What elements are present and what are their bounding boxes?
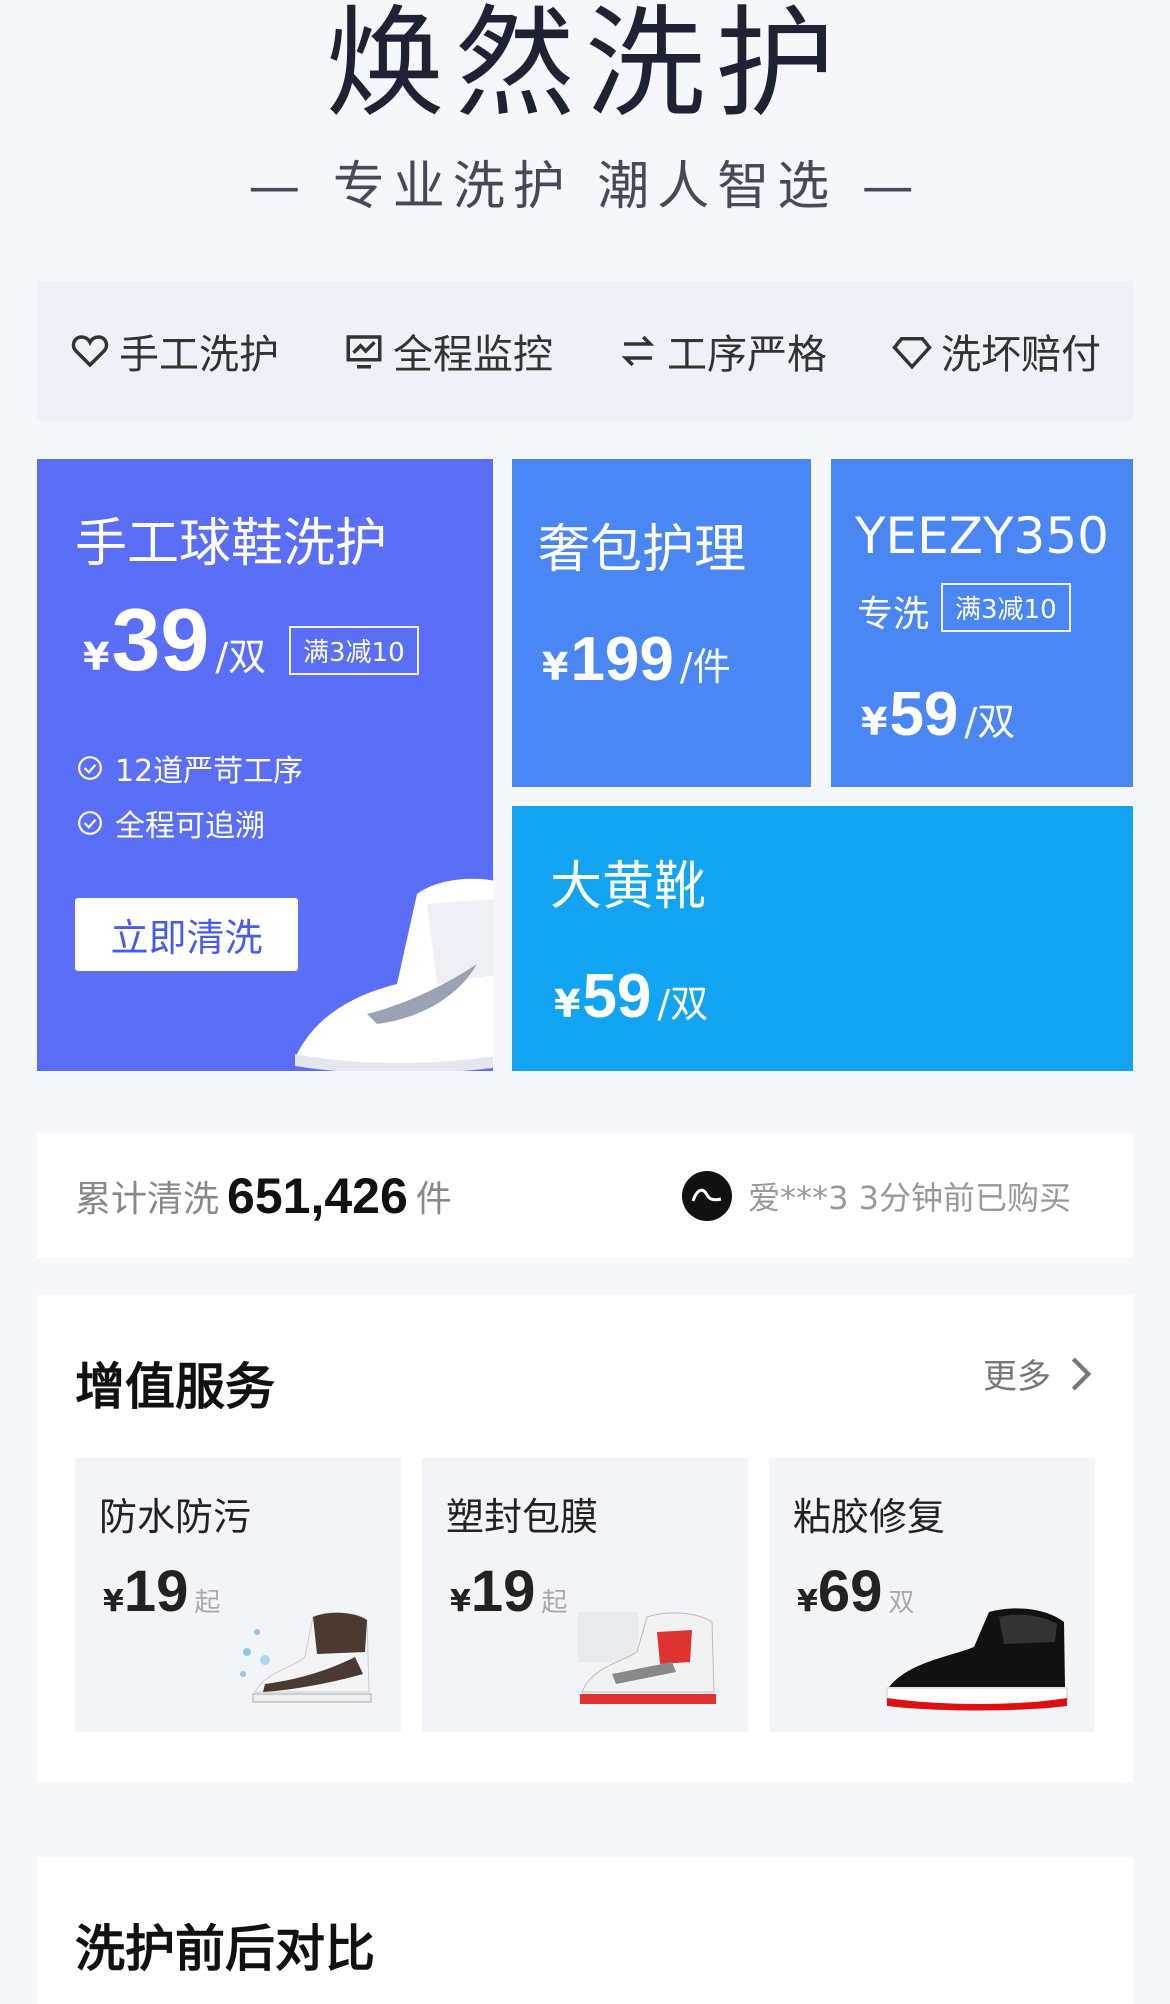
price-unit: /件 [679, 645, 731, 689]
feature-label: 工序严格 [667, 332, 827, 378]
feature-strip: 手工洗护 全程监控 工序严格 洗坏赔付 [37, 281, 1133, 421]
chevron-right-icon [1071, 1357, 1092, 1390]
recent-purchase-text: 爱***3 3分钟前已购买 [748, 1178, 1071, 1217]
tile-price: ¥ 59 /双 [554, 961, 708, 1032]
brand-subtitle: — 专业洗护 潮人智选 — [248, 157, 922, 217]
tile-title: 奢包护理 [538, 520, 747, 580]
check-circle-icon [78, 811, 102, 835]
feature-monitoring: 全程监控 [343, 322, 553, 380]
clean-now-button[interactable]: 立即清洗 [75, 898, 298, 971]
currency-symbol: ¥ [83, 635, 110, 679]
addons-section: 增值服务 更多 防水防污 ¥ 19 起 塑封包膜 ¥ 19 起 粘胶修复 ¥ 6… [37, 1295, 1133, 1782]
price-value: 39 [111, 590, 210, 689]
currency-symbol: ¥ [450, 1584, 471, 1619]
tile-price: ¥ 59 /双 [861, 679, 1015, 750]
tile-yeezy-wash[interactable]: YEEZY350 专洗 满3减10 ¥ 59 /双 [831, 459, 1133, 787]
stats-count: 651,426 [227, 1167, 408, 1224]
feature-strict-process: 工序严格 [617, 322, 827, 380]
addon-title: 塑封包膜 [446, 1495, 599, 1539]
feature-label: 手工洗护 [119, 332, 279, 378]
tile-subtitle: 专洗 [857, 594, 930, 635]
check-item: 全程可追溯 [77, 801, 265, 845]
recent-purchase-ticker: 爱***3 3分钟前已购买 [682, 1133, 1071, 1258]
addon-price: ¥ 19 起 [103, 1558, 220, 1625]
stats-prefix: 累计清洗 [75, 1178, 220, 1220]
tile-price: ¥ 199 /件 [542, 624, 731, 695]
price-value: 59 [582, 962, 652, 1031]
sneaker-image [578, 1612, 716, 1704]
price-value: 69 [817, 1559, 883, 1624]
currency-symbol: ¥ [797, 1584, 818, 1619]
section-title: 增值服务 [75, 1358, 275, 1416]
price-value: 199 [570, 625, 674, 694]
addon-waterproof[interactable]: 防水防污 ¥ 19 起 [75, 1458, 401, 1732]
avatar [682, 1170, 733, 1221]
tile-price: ¥ 39 /双 [83, 589, 266, 691]
swap-icon [621, 335, 655, 367]
addon-price: ¥ 19 起 [450, 1558, 567, 1625]
feature-label: 全程监控 [393, 332, 553, 378]
tile-title: 大黄靴 [550, 857, 707, 917]
feature-label: 洗坏赔付 [941, 332, 1101, 378]
currency-symbol: ¥ [861, 700, 888, 744]
tile-timberland-wash[interactable]: 大黄靴 ¥ 59 /双 [512, 806, 1133, 1071]
price-suffix: 起 [541, 1588, 568, 1618]
before-after-section: 洗护前后对比 [37, 1857, 1133, 2004]
stats-bar: 累计清洗 651,426 件 爱***3 3分钟前已购买 [37, 1133, 1133, 1258]
price-value: 19 [123, 1559, 189, 1624]
addon-glue-repair[interactable]: 粘胶修复 ¥ 69 双 [769, 1458, 1095, 1732]
check-label: 12道严苛工序 [115, 754, 304, 789]
check-item: 12道严苛工序 [77, 746, 303, 790]
check-circle-icon [78, 756, 102, 780]
price-suffix: 起 [194, 1588, 221, 1618]
price-unit: /双 [964, 700, 1016, 744]
brand-title: 焕然洗护 [325, 0, 845, 134]
promo-badge: 满3减10 [289, 626, 419, 675]
price-value: 59 [889, 680, 959, 749]
currency-symbol: ¥ [554, 982, 581, 1026]
tile-title: YEEZY350 [855, 507, 1109, 565]
price-value: 19 [470, 1559, 536, 1624]
sneaker-image [295, 878, 493, 1071]
section-title: 洗护前后对比 [75, 1920, 375, 1978]
feature-handwash: 手工洗护 [69, 322, 279, 380]
currency-symbol: ¥ [103, 1584, 124, 1619]
heart-icon [71, 335, 109, 368]
tile-bag-care[interactable]: 奢包护理 ¥ 199 /件 [512, 459, 811, 787]
addon-title: 防水防污 [99, 1495, 252, 1539]
avatar-logo-icon [691, 1188, 722, 1202]
diamond-icon [892, 337, 932, 370]
sneaker-image [240, 1612, 372, 1703]
sneaker-image [886, 1608, 1068, 1711]
monitor-icon [346, 335, 382, 369]
price-unit: /双 [215, 635, 267, 679]
total-cleaned: 累计清洗 651,426 件 [75, 1133, 452, 1258]
currency-symbol: ¥ [542, 645, 569, 689]
stats-suffix: 件 [415, 1178, 452, 1220]
tile-sneaker-wash[interactable]: 手工球鞋洗护 ¥ 39 /双 满3减10 12道严苛工序 全程可追溯 立即清洗 [37, 459, 493, 1071]
addon-title: 粘胶修复 [793, 1495, 946, 1539]
tile-title: 手工球鞋洗护 [75, 514, 388, 574]
promo-badge: 满3减10 [941, 583, 1071, 632]
feature-compensation: 洗坏赔付 [891, 322, 1101, 380]
more-link[interactable]: 更多 [983, 1349, 1095, 1398]
more-label: 更多 [983, 1357, 1051, 1397]
addon-shrink-wrap[interactable]: 塑封包膜 ¥ 19 起 [422, 1458, 748, 1732]
check-label: 全程可追溯 [115, 809, 265, 844]
price-unit: /双 [657, 982, 709, 1026]
